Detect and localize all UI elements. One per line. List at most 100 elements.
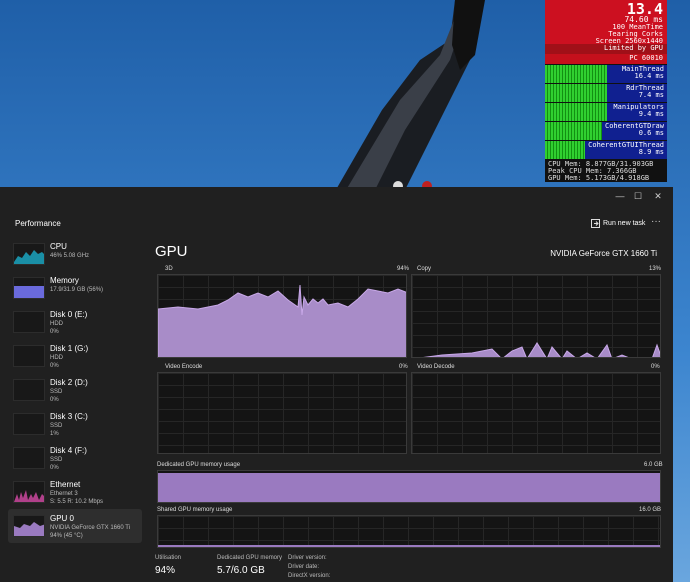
sidebar-item-name: Ethernet	[50, 480, 81, 489]
sidebar-item-name: Memory	[50, 276, 79, 285]
graph-3d	[157, 274, 407, 358]
dedicated-memory-stat-value: 5.7/6.0 GB	[217, 565, 265, 576]
overlay-row-value: 8.9 ms	[638, 148, 664, 156]
overlay-row: RdrThread 7.4 ms	[545, 83, 667, 102]
sidebar-thumbnail	[13, 481, 45, 503]
overlay-pc: PC 60010	[545, 54, 667, 64]
sidebar-item-detail: NVIDIA GeForce GTX 1660 Ti	[50, 525, 131, 531]
sidebar-item-name: Disk 2 (D:)	[50, 378, 88, 387]
sidebar-item-detail: SSD	[50, 389, 63, 395]
sidebar-item-detail: 0%	[50, 363, 59, 369]
title-bar[interactable]: — ☐ ✕	[0, 187, 673, 207]
graph-copy-value: 13%	[649, 266, 662, 272]
sidebar-item-detail: HDD	[50, 321, 63, 327]
overlay-mem: CPU Mem: 8.877GB/31.903GB Peak CPU Mem: …	[545, 159, 667, 182]
sidebar-item-name: Disk 0 (E:)	[50, 310, 88, 319]
utilisation-label: Utilisation	[155, 555, 182, 561]
shared-memory-graph	[157, 515, 661, 548]
sidebar-item-name: CPU	[50, 242, 67, 251]
overlay-row: MainThread 16.4 ms	[545, 64, 667, 83]
sidebar-item-detail: 0%	[50, 397, 59, 403]
run-task-label: Run new task	[603, 219, 646, 227]
sidebar-item-detail: Ethernet 3	[50, 491, 78, 497]
sidebar-item-name: Disk 3 (C:)	[50, 412, 88, 421]
page-header: Performance Run new task ···	[0, 207, 673, 237]
sidebar-item[interactable]: Disk 0 (E:) HDD 0%	[8, 305, 142, 339]
shared-memory-max: 16.0 GB	[639, 507, 662, 513]
more-options-button[interactable]: ···	[651, 216, 661, 227]
sidebar-item-detail: SSD	[50, 457, 63, 463]
sidebar-item-detail: 94% (45 °C)	[50, 533, 83, 539]
graph-encode-label: Video Encode	[165, 364, 203, 370]
sidebar-item-detail: 17.9/31.9 GB (56%)	[50, 287, 104, 293]
sidebar-item[interactable]: GPU 0 NVIDIA GeForce GTX 1660 Ti 94% (45 °…	[8, 509, 142, 543]
overlay-gpu-mem: GPU Mem: 5.173GB/4.918GB	[548, 174, 650, 182]
sidebar-thumbnail	[13, 515, 45, 537]
task-manager-window: — ☐ ✕ Performance Run new task ··· CPU 46…	[0, 187, 673, 582]
graph-copy-label: Copy	[417, 266, 432, 272]
overlay-row-value: 9.4 ms	[638, 110, 664, 118]
overlay-limited-text: Limited by GPU	[603, 44, 663, 52]
overlay-row: CoherentGTDraw 0.6 ms	[545, 121, 667, 140]
dedicated-memory-label: Dedicated GPU memory usage	[157, 462, 241, 468]
sidebar-item[interactable]: Disk 1 (G:) HDD 0%	[8, 339, 142, 373]
page-title: Performance	[15, 219, 61, 228]
overlay-row: Manipulators 9.4 ms	[545, 102, 667, 121]
close-button[interactable]: ✕	[650, 189, 666, 203]
shared-memory-fill	[158, 544, 660, 547]
sidebar-thumbnail	[13, 413, 45, 435]
sidebar-item-detail: 1%	[50, 431, 59, 437]
overlay-row-value: 16.4 ms	[634, 72, 664, 80]
perf-overlay: 13.4 74.60 ms 100 MeanTime Tearing Corks…	[545, 0, 667, 185]
utilisation-value: 94%	[155, 565, 176, 576]
graph-encode-value: 0%	[399, 364, 408, 370]
graph-video-decode	[411, 372, 661, 454]
sidebar-thumbnail	[13, 277, 45, 299]
sidebar-thumbnail	[13, 345, 45, 367]
overlay-row-value: 0.6 ms	[638, 129, 664, 137]
maximize-button[interactable]: ☐	[630, 189, 646, 203]
run-new-task-button[interactable]: Run new task	[591, 216, 645, 230]
graph-decode-label: Video Decode	[417, 364, 455, 370]
overlay-fps: 13.4	[626, 0, 663, 18]
overlay-limited: Limited by GPU	[545, 44, 667, 54]
driver-version-label: Driver version:	[288, 555, 327, 561]
overlay-fps-block: 13.4 74.60 ms 100 MeanTime Tearing Corks…	[545, 0, 667, 45]
graph-3d-label: 3D	[165, 266, 173, 272]
resource-sidebar: CPU 46% 5.08 GHz Memory 17.9/31.9 GB (56%) D…	[8, 237, 142, 543]
sidebar-item-detail: 46% 5.08 GHz	[50, 253, 90, 259]
dedicated-memory-fill	[158, 472, 660, 502]
driver-date-label: Driver date:	[288, 564, 320, 570]
overlay-row-value: 7.4 ms	[638, 91, 664, 99]
dedicated-memory-max: 6.0 GB	[644, 462, 663, 468]
sidebar-thumbnail	[13, 243, 45, 265]
sidebar-thumbnail	[13, 447, 45, 469]
dedicated-memory-stat-label: Dedicated GPU memory	[217, 555, 283, 561]
overlay-pc-text: PC 60010	[629, 54, 663, 62]
dedicated-memory-graph	[157, 470, 661, 503]
sidebar-item-name: Disk 1 (G:)	[50, 344, 89, 353]
sidebar-item-detail: 0%	[50, 329, 59, 335]
graph-3d-area	[158, 284, 406, 357]
run-task-icon	[591, 218, 600, 228]
graph-copy	[411, 274, 661, 358]
sidebar-item[interactable]: CPU 46% 5.08 GHz	[8, 237, 142, 271]
sidebar-thumbnail	[13, 379, 45, 401]
graph-decode-value: 0%	[651, 364, 660, 370]
minimize-button[interactable]: —	[612, 189, 628, 203]
graph-3d-value: 94%	[397, 266, 410, 272]
sidebar-item[interactable]: Disk 4 (F:) SSD 0%	[8, 441, 142, 475]
directx-label: DirectX version:	[288, 573, 331, 579]
gpu-panel: GPU NVIDIA GeForce GTX 1660 Ti 3D 94% Co…	[155, 237, 663, 582]
sidebar-item[interactable]: Disk 2 (D:) SSD 0%	[8, 373, 142, 407]
sidebar-item[interactable]: Ethernet Ethernet 3 S: 5.5 R: 10.2 Mbps	[8, 475, 142, 509]
sidebar-item[interactable]: Memory 17.9/31.9 GB (56%)	[8, 271, 142, 305]
sidebar-item-detail: HDD	[50, 355, 63, 361]
sidebar-item-detail: S: 5.5 R: 10.2 Mbps	[50, 499, 104, 505]
graph-video-encode	[157, 372, 407, 454]
overlay-row: CoherentGTUIThread 8.9 ms	[545, 140, 667, 159]
sidebar-item[interactable]: Disk 3 (C:) SSD 1%	[8, 407, 142, 441]
sidebar-item-name: Disk 4 (F:)	[50, 446, 87, 455]
sidebar-thumbnail	[13, 311, 45, 333]
sidebar-item-name: GPU 0	[50, 514, 75, 523]
